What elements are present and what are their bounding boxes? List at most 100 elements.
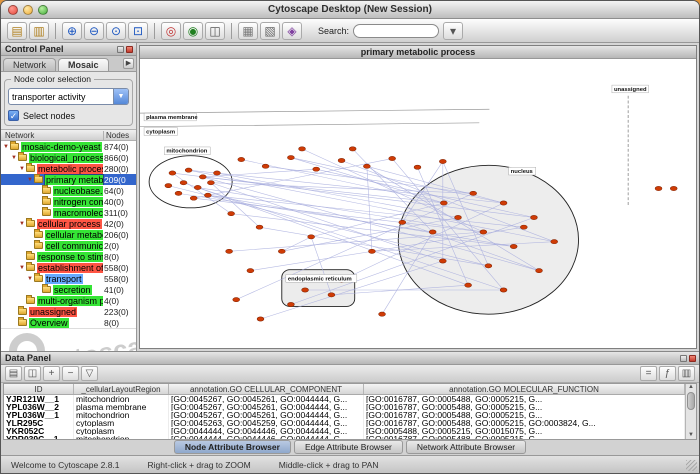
tree-item[interactable]: ▼establishment of lo...558(0): [1, 262, 136, 273]
close-data-panel-icon[interactable]: [689, 355, 696, 362]
network-node[interactable]: [262, 164, 269, 168]
tree-item[interactable]: ▼biological_process866(0): [1, 152, 136, 163]
network-node[interactable]: [363, 164, 370, 168]
import-network-icon[interactable]: ▦: [238, 22, 258, 40]
table-cell[interactable]: YKR052C: [4, 427, 74, 435]
table-cell[interactable]: cytoplasm: [74, 427, 169, 435]
network-node[interactable]: [238, 157, 245, 161]
network-node[interactable]: [287, 155, 294, 159]
twisty-icon[interactable]: ▼: [18, 219, 26, 229]
network-node[interactable]: [302, 288, 309, 292]
tree-item[interactable]: ▼metabolic process280(0): [1, 163, 136, 174]
table-cell[interactable]: YPL036W__2: [4, 403, 74, 411]
close-panel-icon[interactable]: [126, 46, 133, 53]
network-node[interactable]: [226, 249, 233, 253]
network-node[interactable]: [185, 168, 192, 172]
zoom-out-icon[interactable]: ⊖: [84, 22, 104, 40]
network-node[interactable]: [389, 156, 396, 160]
table-cell[interactable]: [GO:0045267, GO:0045261, GO:0044444, G..…: [169, 411, 364, 419]
tree-item[interactable]: Overview8(0): [1, 317, 136, 328]
table-cell[interactable]: mitochondrion: [74, 395, 169, 403]
column-header[interactable]: ID: [4, 384, 74, 394]
column-header[interactable]: annotation.GO MOLECULAR_FUNCTION: [364, 384, 685, 394]
print-attributes-icon[interactable]: ▤: [5, 366, 22, 381]
float-panel-icon[interactable]: [117, 46, 124, 53]
twisty-icon[interactable]: ▼: [18, 263, 26, 273]
zoom-in-icon[interactable]: ⊕: [62, 22, 82, 40]
table-cell[interactable]: [GO:0044444, GO:0044446, GO:0044444, G..…: [169, 435, 364, 440]
network-node[interactable]: [194, 185, 201, 189]
network-node[interactable]: [520, 225, 527, 229]
network-node[interactable]: [500, 201, 507, 205]
float-data-panel-icon[interactable]: [680, 355, 687, 362]
table-cell[interactable]: YJR121W__1: [4, 395, 74, 403]
network-node[interactable]: [379, 312, 386, 316]
column-header[interactable]: _cellularLayoutRegion: [74, 384, 169, 394]
network-node[interactable]: [470, 191, 477, 195]
table-row[interactable]: YPL036W__1mitochondrion[GO:0045267, GO:0…: [4, 411, 685, 419]
table-row[interactable]: YDR039C__1mitochondrion[GO:0044444, GO:0…: [4, 435, 685, 440]
clear-attribute-icon[interactable]: ▽: [81, 366, 98, 381]
tree-item[interactable]: ▼mosaic-demo-yeast874(0): [1, 141, 136, 152]
network-node[interactable]: [465, 283, 472, 287]
network-node[interactable]: [169, 171, 176, 175]
network-node[interactable]: [299, 147, 306, 151]
network-node[interactable]: [551, 240, 558, 244]
twisty-icon[interactable]: ▼: [26, 175, 34, 185]
table-cell[interactable]: plasma membrane: [74, 403, 169, 411]
network-node[interactable]: [247, 269, 254, 273]
table-cell[interactable]: [GO:0005488, GO:0005215, GO:0015075, G..…: [364, 427, 685, 435]
advanced-search-icon[interactable]: ▾: [443, 22, 463, 40]
tab-network-attribute-browser[interactable]: Network Attribute Browser: [406, 440, 526, 454]
destroy-network-icon[interactable]: ◎: [161, 22, 181, 40]
tree-item[interactable]: ▼primary metab...209(0: [1, 174, 136, 185]
tree-item[interactable]: ▼transport558(0): [1, 273, 136, 284]
table-cell[interactable]: YLR295C: [4, 419, 74, 427]
network-node[interactable]: [256, 225, 263, 229]
formula-icon[interactable]: =: [640, 366, 657, 381]
network-node[interactable]: [455, 215, 462, 219]
scroll-up-icon[interactable]: ▲: [686, 384, 696, 390]
tree-item[interactable]: cell communica...2(0): [1, 240, 136, 251]
select-nodes-checkbox[interactable]: ✓: [8, 110, 19, 121]
column-header[interactable]: annotation.GO CELLULAR_COMPONENT: [169, 384, 364, 394]
tab-edge-attribute-browser[interactable]: Edge Attribute Browser: [294, 440, 403, 454]
twisty-icon[interactable]: ▼: [18, 164, 26, 174]
table-scrollbar[interactable]: ▲ ▼: [685, 384, 696, 439]
network-node[interactable]: [278, 249, 285, 253]
network-node[interactable]: [510, 244, 517, 248]
function-builder-icon[interactable]: ƒ: [659, 366, 676, 381]
network-node[interactable]: [399, 220, 406, 224]
tab-mosaic[interactable]: Mosaic: [58, 58, 109, 71]
network-node[interactable]: [368, 249, 375, 253]
network-node[interactable]: [338, 158, 345, 162]
twisty-icon[interactable]: ▼: [2, 142, 10, 152]
tree-item[interactable]: ▼cellular process42(0): [1, 218, 136, 229]
network-node[interactable]: [287, 302, 294, 306]
table-row[interactable]: YKR052Ccytoplasm[GO:0044444, GO:0044446,…: [4, 427, 685, 435]
tab-node-attribute-browser[interactable]: Node Attribute Browser: [174, 440, 291, 454]
scroll-down-icon[interactable]: ▼: [686, 432, 696, 438]
network-window-titlebar[interactable]: primary metabolic process: [140, 46, 696, 59]
tree-item[interactable]: macromolecule...311(0): [1, 207, 136, 218]
tab-scroll-right-icon[interactable]: ▶: [123, 58, 134, 69]
resize-grip[interactable]: [686, 460, 697, 471]
table-cell[interactable]: YPL036W__1: [4, 411, 74, 419]
node-color-dropdown[interactable]: transporter activity ▼: [8, 88, 129, 105]
network-node[interactable]: [349, 147, 356, 151]
duplicate-network-icon[interactable]: ◫: [205, 22, 225, 40]
network-node[interactable]: [308, 235, 315, 239]
network-canvas[interactable]: plasma membranecytoplasmmitochondrionnuc…: [140, 59, 696, 348]
network-node[interactable]: [228, 212, 235, 216]
import-attributes-icon[interactable]: ▥: [678, 366, 695, 381]
network-node[interactable]: [204, 193, 211, 197]
network-node[interactable]: [175, 191, 182, 195]
network-node[interactable]: [655, 186, 662, 190]
network-node[interactable]: [233, 298, 240, 302]
scroll-thumb[interactable]: [687, 392, 695, 410]
network-node[interactable]: [480, 230, 487, 234]
network-node[interactable]: [190, 196, 197, 200]
network-node[interactable]: [199, 175, 206, 179]
network-node[interactable]: [536, 269, 543, 273]
copy-attributes-icon[interactable]: ◫: [24, 366, 41, 381]
